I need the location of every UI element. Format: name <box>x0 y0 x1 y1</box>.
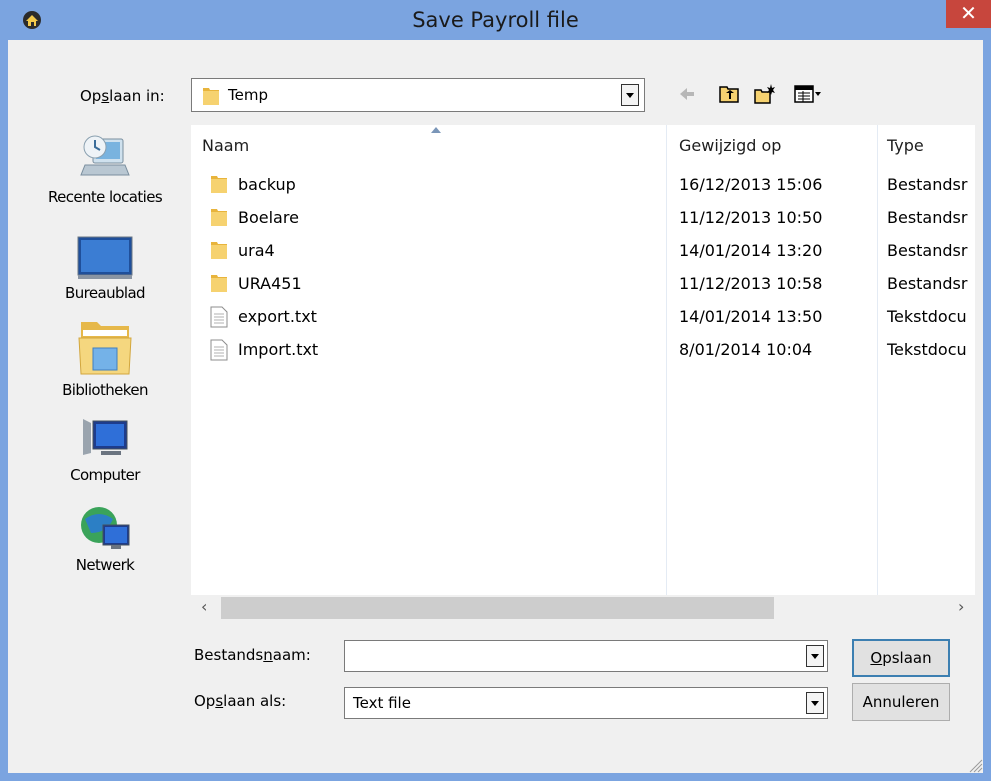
cancel-button[interactable]: Annuleren <box>852 683 950 721</box>
file-type: Bestandsr <box>887 241 968 260</box>
libraries-icon <box>78 322 132 375</box>
view-menu-icon[interactable] <box>794 83 822 105</box>
computer-icon <box>83 419 128 455</box>
text-file-icon <box>210 339 228 361</box>
place-label: Bureaublad <box>65 284 146 302</box>
file-name: export.txt <box>238 307 317 326</box>
place-desktop[interactable]: Bureaublad <box>22 233 188 302</box>
save-dialog: Save Payroll file ✕ Opslaan in: Temp Rec… <box>0 0 991 781</box>
place-network[interactable]: Netwerk <box>22 503 188 574</box>
text-file-icon <box>210 306 228 328</box>
file-type: Tekstdocu <box>887 340 967 359</box>
file-name: Import.txt <box>238 340 319 359</box>
sort-ascending-icon <box>431 127 441 133</box>
file-name-dropdown-button[interactable] <box>806 645 824 667</box>
scroll-left-icon[interactable]: ‹ <box>201 597 207 616</box>
place-computer[interactable]: Computer <box>22 415 188 484</box>
folder-icon <box>211 176 227 193</box>
folder-icon <box>203 88 219 105</box>
back-arrow-icon[interactable] <box>676 83 698 105</box>
file-name: ura4 <box>238 241 275 260</box>
file-name-input[interactable] <box>344 640 828 672</box>
folder-icon <box>211 242 227 259</box>
file-list[interactable]: Naam Gewijzigd op Type backup 16/12/2013… <box>191 125 975 595</box>
file-row[interactable]: export.txt 14/01/2014 13:50 Tekstdocu <box>191 300 975 333</box>
scrollbar-thumb[interactable] <box>221 597 774 619</box>
column-header-name[interactable]: Naam <box>202 125 662 167</box>
place-label: Netwerk <box>75 556 135 574</box>
dialog-title: Save Payroll file <box>412 8 579 32</box>
file-modified: 16/12/2013 15:06 <box>679 175 823 194</box>
place-libraries[interactable]: Bibliotheken <box>22 320 188 399</box>
column-header-name-label: Naam <box>202 136 250 155</box>
column-header-modified[interactable]: Gewijzigd op <box>679 125 869 167</box>
column-header-type[interactable]: Type <box>887 125 975 167</box>
save-as-type-value: Text file <box>353 694 411 712</box>
place-label: Computer <box>70 466 140 484</box>
file-row[interactable]: backup 16/12/2013 15:06 Bestandsr <box>191 168 975 201</box>
places-bar: Recente locaties Bureaublad Bibliotheken <box>22 125 188 595</box>
resize-grip-icon[interactable] <box>969 759 983 773</box>
recent-locations-icon <box>80 135 130 176</box>
place-label: Recente locaties <box>47 188 163 206</box>
save-as-type-label: Opslaan als: <box>194 692 287 710</box>
desktop-icon <box>77 236 133 279</box>
file-name: URA451 <box>238 274 302 293</box>
scroll-right-icon[interactable]: › <box>958 597 964 616</box>
look-in-dropdown-button[interactable] <box>621 84 639 106</box>
file-name: backup <box>238 175 296 194</box>
place-recent-locations[interactable]: Recente locaties <box>22 133 188 206</box>
close-button[interactable]: ✕ <box>946 0 991 28</box>
save-as-type-select[interactable]: Text file <box>344 687 828 719</box>
file-type: Bestandsr <box>887 208 968 227</box>
look-in-combo[interactable]: Temp <box>191 78 645 112</box>
up-folder-icon[interactable] <box>718 83 740 105</box>
file-modified: 11/12/2013 10:58 <box>679 274 823 293</box>
file-row[interactable]: URA451 11/12/2013 10:58 Bestandsr <box>191 267 975 300</box>
title-bar[interactable]: Save Payroll file ✕ <box>0 0 991 40</box>
place-label: Bibliotheken <box>62 381 148 399</box>
file-row[interactable]: Boelare 11/12/2013 10:50 Bestandsr <box>191 201 975 234</box>
file-modified: 14/01/2014 13:20 <box>679 241 823 260</box>
folder-icon <box>211 209 227 226</box>
new-folder-icon[interactable] <box>754 83 776 105</box>
network-icon <box>81 507 130 549</box>
look-in-value: Temp <box>228 86 268 104</box>
file-modified: 11/12/2013 10:50 <box>679 208 823 227</box>
file-modified: 8/01/2014 10:04 <box>679 340 813 359</box>
file-row[interactable]: Import.txt 8/01/2014 10:04 Tekstdocu <box>191 333 975 366</box>
file-name-label: Bestandsnaam: <box>194 646 311 664</box>
save-button[interactable]: Opslaan <box>852 639 950 677</box>
file-row[interactable]: ura4 14/01/2014 13:20 Bestandsr <box>191 234 975 267</box>
look-in-label: Opslaan in: <box>80 87 165 105</box>
file-type: Tekstdocu <box>887 307 967 326</box>
file-modified: 14/01/2014 13:50 <box>679 307 823 326</box>
save-as-type-dropdown-button[interactable] <box>806 692 824 714</box>
horizontal-scrollbar[interactable]: ‹ › <box>191 595 975 621</box>
file-type: Bestandsr <box>887 175 968 194</box>
file-name: Boelare <box>238 208 299 227</box>
file-type: Bestandsr <box>887 274 968 293</box>
folder-icon <box>211 275 227 292</box>
